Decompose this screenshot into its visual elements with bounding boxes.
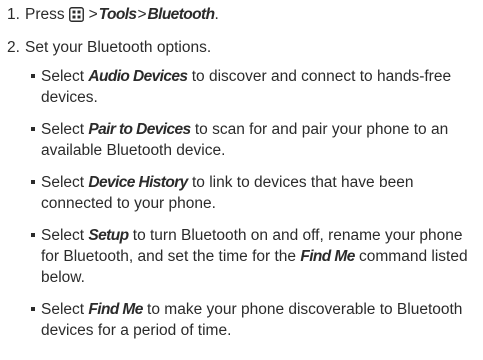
option-list: Select Audio Devices to discover and con… [31,66,481,352]
menu-item-tools: Tools [98,6,137,23]
bullet-icon [31,127,35,131]
manual-page: 1. Press >Tools>Bluetooth. 2. Set your Blue… [0,0,483,360]
step-number: 2. [7,39,20,56]
list-item: Select Setup to turn Bluetooth on and of… [31,225,481,288]
menu-item-bluetooth: Bluetooth [147,6,216,23]
option-term: Find Me [300,248,355,265]
list-item: Select Device History to link to devices… [31,172,481,214]
bullet-icon [31,233,35,237]
menu-key-icon [68,7,84,22]
step-text: Set your Bluetooth options. [25,39,212,56]
step-text: Press [25,6,65,23]
step-1: 1. Press >Tools>Bluetooth. [7,4,219,25]
menu-separator: > [137,6,147,23]
step-number: 1. [7,6,20,23]
option-term: Setup [88,227,129,244]
option-term: Find Me [88,301,143,318]
option-term: Pair to Devices [88,121,191,138]
option-term: Device History [88,174,188,191]
menu-separator: > [88,6,98,23]
step-2: 2. Set your Bluetooth options. [7,37,211,58]
list-item: Select Audio Devices to discover and con… [31,66,481,108]
step-end: . [214,6,219,23]
list-item: Select Pair to Devices to scan for and p… [31,119,481,161]
option-term: Audio Devices [88,68,188,85]
list-item: Select Find Me to make your phone discov… [31,299,481,341]
bullet-icon [31,180,35,184]
bullet-icon [31,307,35,311]
bullet-icon [31,74,35,78]
